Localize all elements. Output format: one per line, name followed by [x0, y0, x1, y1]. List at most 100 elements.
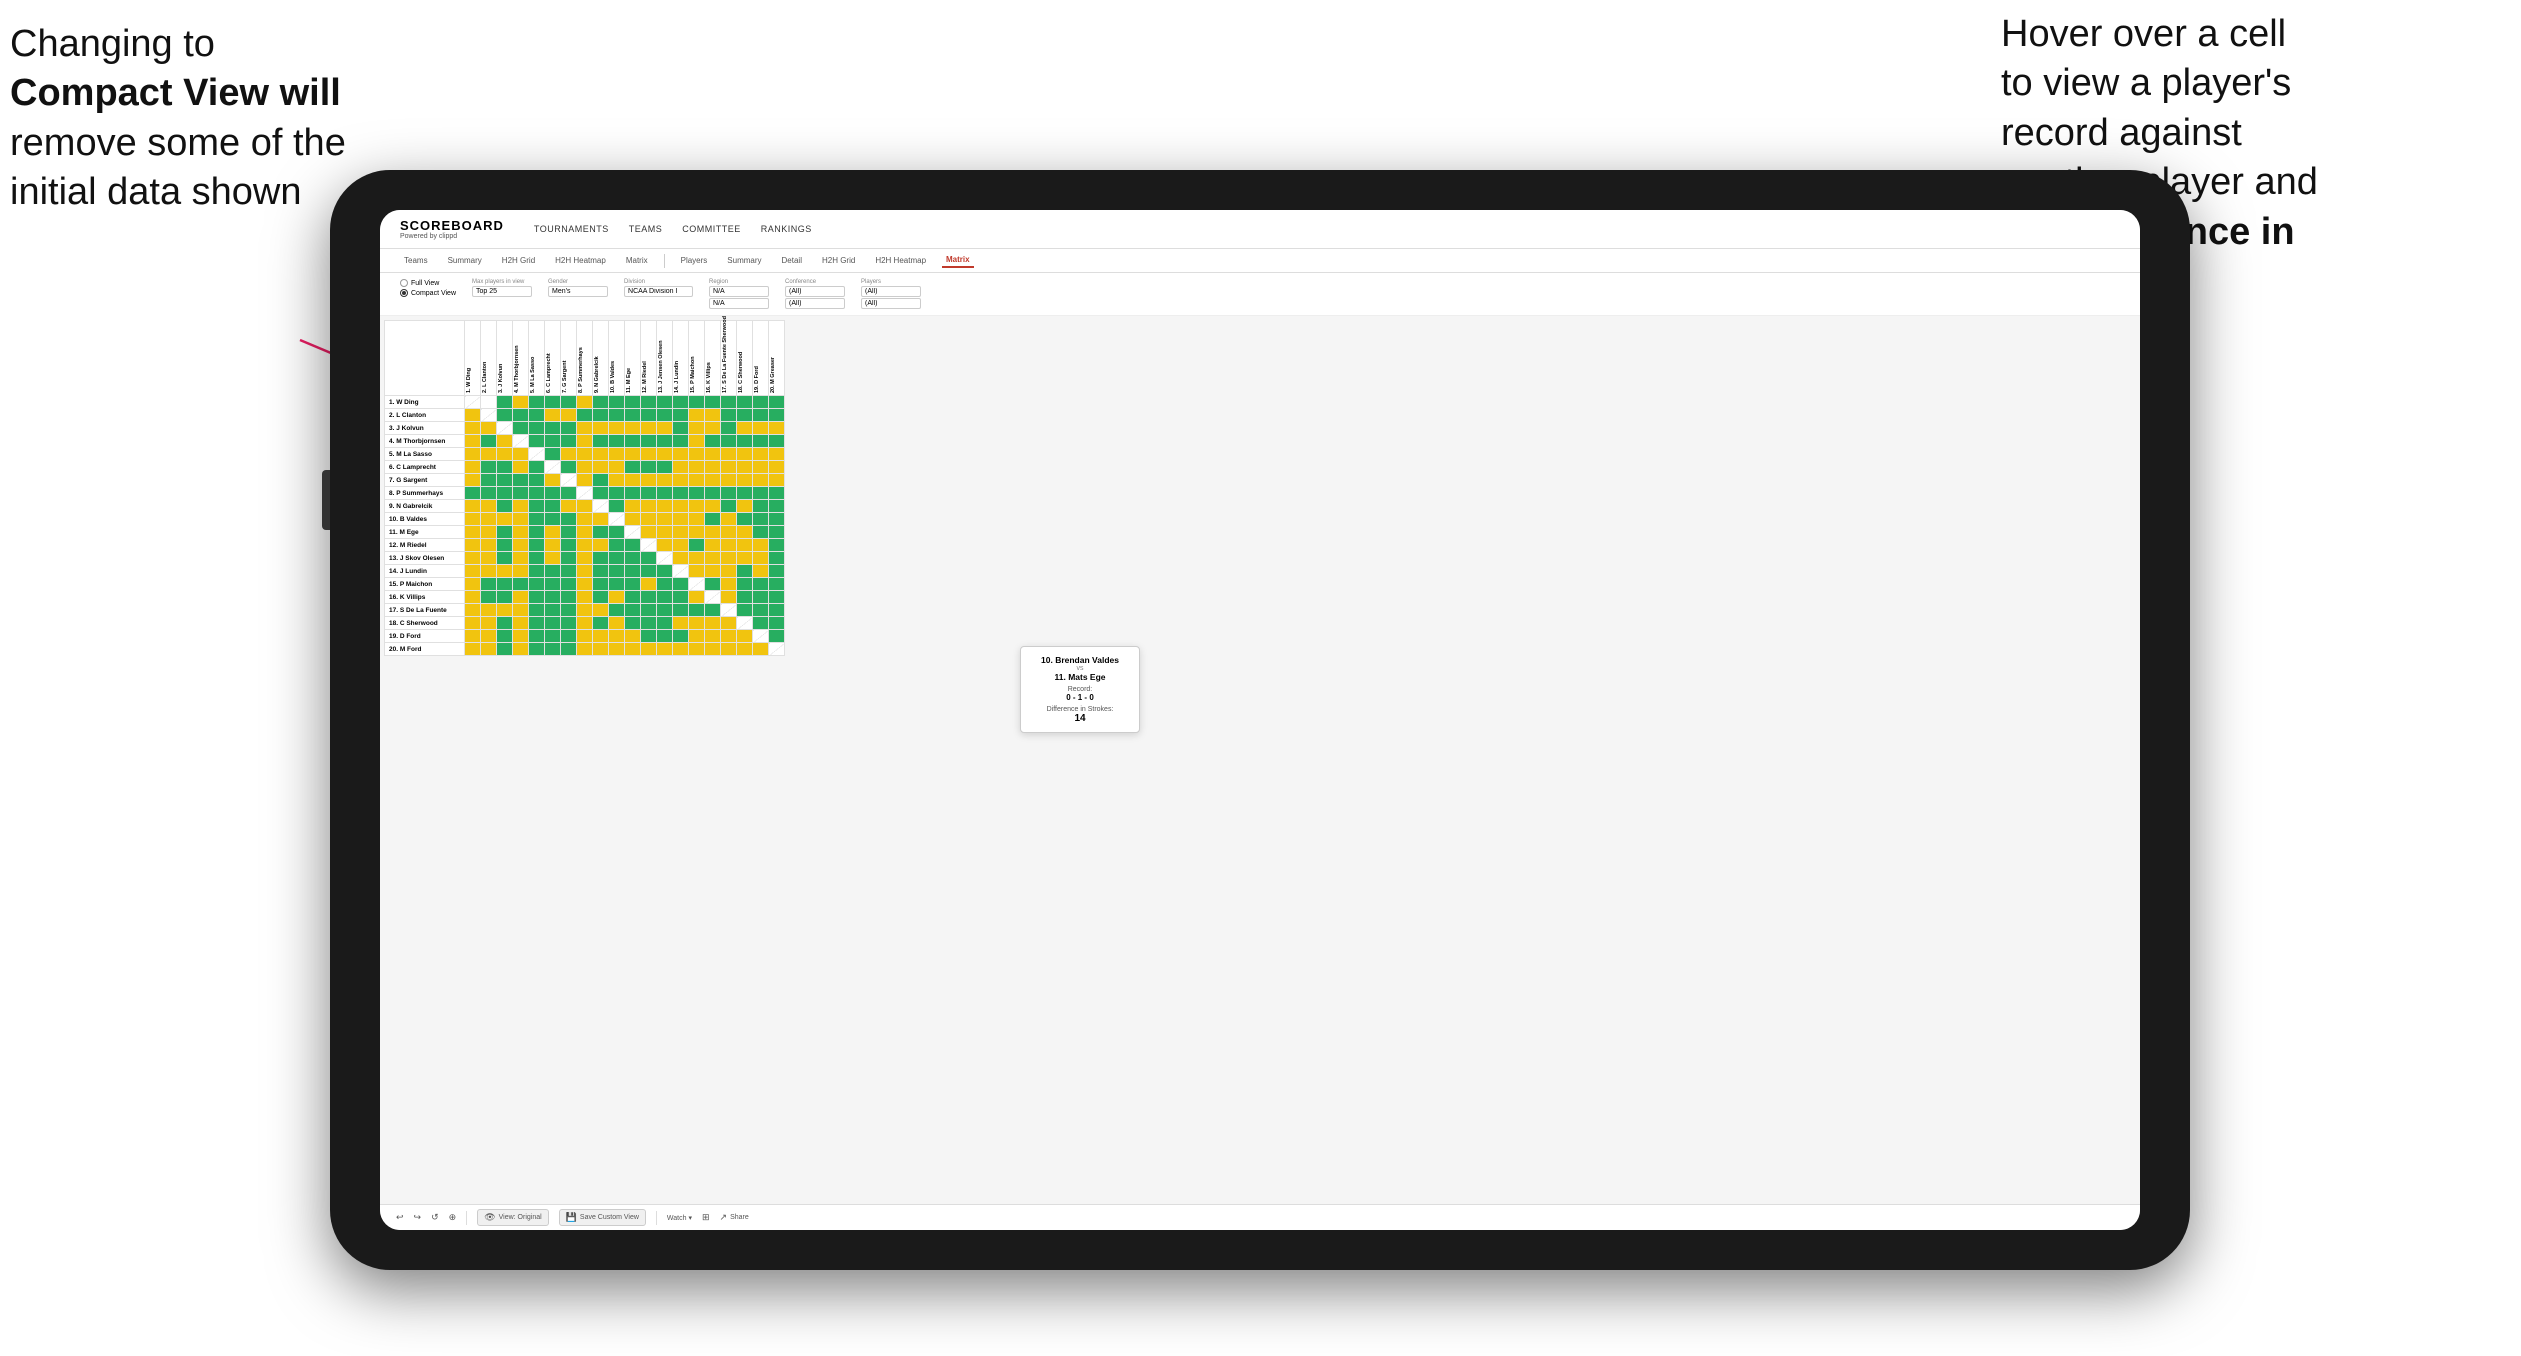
heatmap-cell[interactable]: [593, 500, 609, 513]
subnav-matrix-left[interactable]: Matrix: [622, 254, 652, 267]
heatmap-cell[interactable]: [529, 617, 545, 630]
heatmap-cell[interactable]: [577, 422, 593, 435]
heatmap-cell[interactable]: [673, 526, 689, 539]
heatmap-cell[interactable]: [769, 500, 785, 513]
heatmap-cell[interactable]: [657, 565, 673, 578]
heatmap-cell[interactable]: [721, 435, 737, 448]
heatmap-cell[interactable]: [481, 604, 497, 617]
heatmap-cell[interactable]: [529, 487, 545, 500]
heatmap-cell[interactable]: [481, 643, 497, 656]
heatmap-cell[interactable]: [689, 552, 705, 565]
heatmap-cell[interactable]: [737, 396, 753, 409]
heatmap-cell[interactable]: [689, 565, 705, 578]
heatmap-cell[interactable]: [465, 448, 481, 461]
heatmap-cell[interactable]: [593, 422, 609, 435]
subnav-h2h-grid[interactable]: H2H Grid: [498, 254, 539, 267]
heatmap-cell[interactable]: [497, 630, 513, 643]
heatmap-cell[interactable]: [481, 630, 497, 643]
zoom-btn[interactable]: ⊕: [449, 1212, 457, 1223]
region-select[interactable]: N/A: [709, 286, 769, 297]
heatmap-cell[interactable]: [497, 591, 513, 604]
conference-select-1[interactable]: (All): [785, 286, 845, 297]
heatmap-cell[interactable]: [721, 552, 737, 565]
heatmap-cell[interactable]: [689, 435, 705, 448]
heatmap-cell[interactable]: [497, 500, 513, 513]
heatmap-cell[interactable]: [529, 448, 545, 461]
heatmap-cell[interactable]: [641, 617, 657, 630]
heatmap-cell[interactable]: [625, 409, 641, 422]
heatmap-cell[interactable]: [577, 539, 593, 552]
heatmap-cell[interactable]: [625, 487, 641, 500]
heatmap-cell[interactable]: [593, 513, 609, 526]
heatmap-cell[interactable]: [481, 422, 497, 435]
heatmap-cell[interactable]: [625, 643, 641, 656]
heatmap-cell[interactable]: [561, 604, 577, 617]
heatmap-cell[interactable]: [753, 513, 769, 526]
heatmap-cell[interactable]: [465, 474, 481, 487]
heatmap-cell[interactable]: [545, 565, 561, 578]
heatmap-cell[interactable]: [673, 578, 689, 591]
heatmap-cell[interactable]: [769, 617, 785, 630]
subnav-matrix-active[interactable]: Matrix: [942, 253, 974, 268]
heatmap-cell[interactable]: [689, 396, 705, 409]
heatmap-cell[interactable]: [609, 461, 625, 474]
heatmap-cell[interactable]: [753, 630, 769, 643]
heatmap-cell[interactable]: [721, 500, 737, 513]
heatmap-cell[interactable]: [673, 565, 689, 578]
layout-btn[interactable]: ⊞: [702, 1212, 710, 1223]
heatmap-cell[interactable]: [673, 435, 689, 448]
heatmap-cell[interactable]: [593, 409, 609, 422]
heatmap-cell[interactable]: [705, 604, 721, 617]
heatmap-cell[interactable]: [769, 591, 785, 604]
heatmap-cell[interactable]: [513, 422, 529, 435]
heatmap-cell[interactable]: [609, 448, 625, 461]
heatmap-cell[interactable]: [657, 435, 673, 448]
heatmap-cell[interactable]: [593, 591, 609, 604]
heatmap-cell[interactable]: [737, 578, 753, 591]
heatmap-cell[interactable]: [721, 474, 737, 487]
heatmap-cell[interactable]: [481, 617, 497, 630]
heatmap-cell[interactable]: [721, 487, 737, 500]
heatmap-cell[interactable]: [481, 552, 497, 565]
heatmap-cell[interactable]: [609, 643, 625, 656]
heatmap-cell[interactable]: [609, 591, 625, 604]
heatmap-cell[interactable]: [641, 409, 657, 422]
heatmap-cell[interactable]: [753, 565, 769, 578]
heatmap-cell[interactable]: [673, 422, 689, 435]
heatmap-cell[interactable]: [657, 500, 673, 513]
heatmap-cell[interactable]: [561, 578, 577, 591]
heatmap-cell[interactable]: [689, 487, 705, 500]
heatmap-cell[interactable]: [625, 461, 641, 474]
heatmap-cell[interactable]: [753, 591, 769, 604]
heatmap-cell[interactable]: [577, 448, 593, 461]
heatmap-cell[interactable]: [737, 448, 753, 461]
heatmap-cell[interactable]: [689, 591, 705, 604]
heatmap-cell[interactable]: [545, 487, 561, 500]
heatmap-cell[interactable]: [481, 526, 497, 539]
heatmap-cell[interactable]: [545, 500, 561, 513]
heatmap-cell[interactable]: [529, 396, 545, 409]
heatmap-cell[interactable]: [577, 396, 593, 409]
heatmap-cell[interactable]: [753, 474, 769, 487]
heatmap-cell[interactable]: [577, 526, 593, 539]
heatmap-cell[interactable]: [673, 396, 689, 409]
heatmap-cell[interactable]: [657, 487, 673, 500]
heatmap-cell[interactable]: [737, 409, 753, 422]
heatmap-cell[interactable]: [769, 435, 785, 448]
nav-rankings[interactable]: RANKINGS: [761, 224, 812, 234]
heatmap-cell[interactable]: [657, 409, 673, 422]
heatmap-cell[interactable]: [737, 500, 753, 513]
heatmap-cell[interactable]: [497, 474, 513, 487]
heatmap-cell[interactable]: [465, 539, 481, 552]
heatmap-cell[interactable]: [529, 500, 545, 513]
heatmap-cell[interactable]: [705, 539, 721, 552]
heatmap-cell[interactable]: [497, 604, 513, 617]
heatmap-cell[interactable]: [609, 526, 625, 539]
heatmap-cell[interactable]: [737, 617, 753, 630]
redo-btn[interactable]: ↪: [414, 1212, 422, 1223]
heatmap-cell[interactable]: [593, 539, 609, 552]
heatmap-cell[interactable]: [593, 487, 609, 500]
heatmap-cell[interactable]: [529, 643, 545, 656]
heatmap-cell[interactable]: [641, 500, 657, 513]
heatmap-cell[interactable]: [625, 578, 641, 591]
